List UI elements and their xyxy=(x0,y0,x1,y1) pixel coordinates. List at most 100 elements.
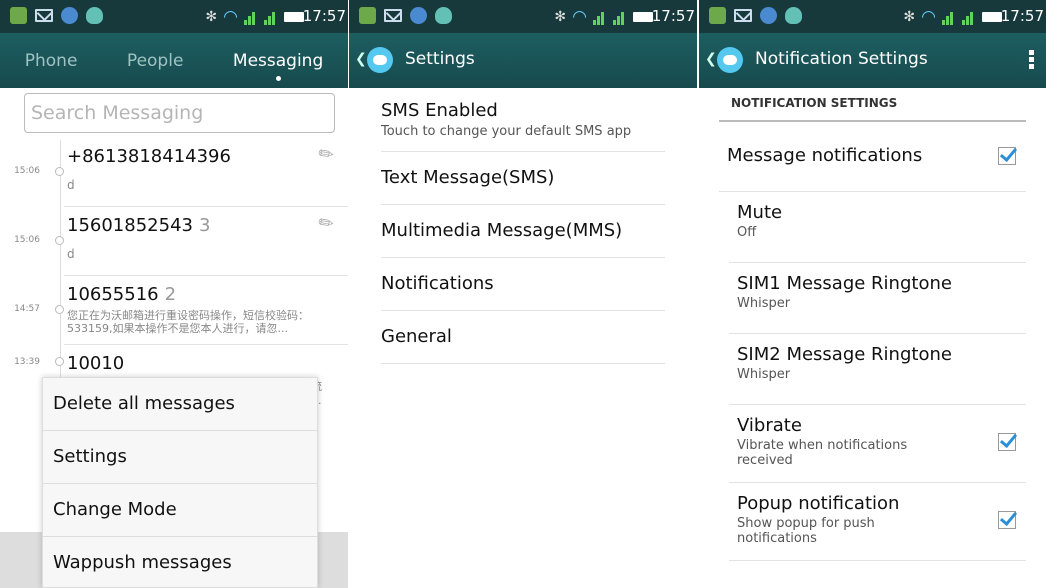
thread-name: 15601852543 3 xyxy=(67,215,210,236)
panel-divider xyxy=(348,0,349,588)
thread-time: 13:39 xyxy=(14,357,40,367)
setting-title: Text Message(SMS) xyxy=(381,167,555,188)
back-icon[interactable]: ❮ xyxy=(705,51,717,67)
setting-subtitle: Vibrate when notifications received xyxy=(737,438,908,468)
globe-icon xyxy=(61,7,78,24)
wifi-icon: ◠ xyxy=(572,7,587,27)
thread-item[interactable]: 15:06 15601852543 3 ✎ d xyxy=(14,207,348,276)
message-notifications-checkbox[interactable] xyxy=(998,147,1016,165)
thread-count: 2 xyxy=(164,284,177,305)
page-title: Notification Settings xyxy=(755,49,928,69)
setting-subtitle: Touch to change your default SMS app xyxy=(381,124,632,139)
setting-popup-notification[interactable]: Popup notification Show popup for push n… xyxy=(729,483,1026,561)
setting-notifications[interactable]: Notifications xyxy=(381,258,665,311)
setting-subtitle: Whisper xyxy=(737,296,791,311)
thread-name: 10655516 2 xyxy=(67,284,176,305)
vibrate-checkbox[interactable] xyxy=(998,433,1016,451)
setting-title: Mute xyxy=(737,202,783,223)
signal-icon xyxy=(613,10,627,25)
action-bar: ❮ Notification Settings xyxy=(699,33,1046,88)
tab-phone[interactable]: Phone xyxy=(19,51,84,71)
battery-icon xyxy=(284,12,304,22)
system-icons: ✻ ◠ xyxy=(903,7,1002,27)
menu-item-delete-all[interactable]: Delete all messages xyxy=(43,378,317,431)
tab-people[interactable]: People xyxy=(121,51,189,71)
action-bar: ❮ Settings xyxy=(349,33,697,88)
chat-icon xyxy=(785,7,802,24)
thread-preview: d xyxy=(67,247,75,261)
popup-notification-checkbox[interactable] xyxy=(998,511,1016,529)
setting-mute[interactable]: Mute Off xyxy=(729,192,1026,263)
thread-name: 10010 xyxy=(67,353,125,374)
thread-preview: 您正在为沃邮箱进行重设密码操作，短信校验码：533159,如果本操作不是您本人进… xyxy=(67,309,309,335)
thread-name-text: 10655516 xyxy=(67,284,159,305)
thread-name-text: 15601852543 xyxy=(67,215,193,236)
setting-message-notifications[interactable]: Message notifications xyxy=(719,122,1026,192)
app-icon[interactable] xyxy=(367,47,393,73)
timeline-dot xyxy=(55,305,64,314)
menu-item-wappush[interactable]: Wappush messages xyxy=(43,537,317,588)
signal-icon xyxy=(244,10,258,25)
settings-screen: ✻ ◠ 17:57 ❮ Settings SMS Enabled Touch t… xyxy=(349,0,697,588)
app-notification-icon xyxy=(359,7,376,24)
search-input[interactable]: Search Messaging xyxy=(24,93,335,133)
battery-icon xyxy=(982,12,1002,22)
signal-icon xyxy=(942,10,956,25)
setting-general[interactable]: General xyxy=(381,311,665,364)
thread-list: 15:06 +8613818414396 ✎ d 15:06 156018525… xyxy=(0,138,348,414)
globe-icon xyxy=(760,7,777,24)
tab-messaging[interactable]: Messaging xyxy=(227,51,329,81)
timeline-dot xyxy=(55,167,64,176)
wifi-icon: ◠ xyxy=(223,7,238,27)
setting-sim2-ringtone[interactable]: SIM2 Message Ringtone Whisper xyxy=(729,334,1026,405)
menu-item-settings[interactable]: Settings xyxy=(43,431,317,484)
setting-subtitle: Whisper xyxy=(737,367,791,382)
bluetooth-icon: ✻ xyxy=(205,9,218,25)
thread-item[interactable]: 14:57 10655516 2 您正在为沃邮箱进行重设密码操作，短信校验码：53… xyxy=(14,276,348,345)
messaging-screen: ✻ ◠ 17:57 Phone People Messaging Search … xyxy=(0,0,348,588)
timeline-dot xyxy=(55,236,64,245)
thread-item[interactable]: 15:06 +8613818414396 ✎ d xyxy=(14,138,348,207)
thread-time: 14:57 xyxy=(14,304,40,314)
signal-icon xyxy=(962,10,976,25)
setting-title: SIM1 Message Ringtone xyxy=(737,273,952,294)
notification-icons xyxy=(10,7,103,24)
wifi-icon: ◠ xyxy=(921,7,936,27)
thread-count: 3 xyxy=(198,215,211,236)
category-header: NOTIFICATION SETTINGS xyxy=(719,88,1026,122)
notification-icons xyxy=(359,7,452,24)
setting-sim1-ringtone[interactable]: SIM1 Message Ringtone Whisper xyxy=(729,263,1026,334)
thread-time: 15:06 xyxy=(14,235,40,245)
thread-name: +8613818414396 xyxy=(67,146,231,167)
chat-icon xyxy=(435,7,452,24)
battery-icon xyxy=(633,12,653,22)
setting-subtitle: Show popup for push notifications xyxy=(737,516,875,546)
signal-icon xyxy=(593,10,607,25)
setting-vibrate[interactable]: Vibrate Vibrate when notifications recei… xyxy=(729,405,1026,483)
overflow-icon[interactable] xyxy=(1029,50,1034,70)
thread-time: 15:06 xyxy=(14,166,40,176)
setting-subtitle: Off xyxy=(737,225,757,240)
settings-list: SMS Enabled Touch to change your default… xyxy=(349,88,697,364)
page-title: Settings xyxy=(405,49,475,69)
setting-title: SMS Enabled xyxy=(381,100,498,121)
setting-title: General xyxy=(381,326,452,347)
clock: 17:57 xyxy=(1000,7,1044,25)
app-notification-icon xyxy=(709,7,726,24)
thread-preview: d xyxy=(67,178,75,192)
mail-icon xyxy=(384,9,402,22)
status-bar: ✻ ◠ 17:57 xyxy=(699,0,1046,33)
setting-mms[interactable]: Multimedia Message(MMS) xyxy=(381,205,665,258)
clock: 17:57 xyxy=(302,7,346,25)
app-icon[interactable] xyxy=(717,47,743,73)
tab-bar: Phone People Messaging xyxy=(0,33,348,88)
panel-divider xyxy=(698,0,699,588)
attachment-icon: ✎ xyxy=(314,210,339,237)
menu-item-change-mode[interactable]: Change Mode xyxy=(43,484,317,537)
system-icons: ✻ ◠ xyxy=(205,7,304,27)
mail-icon xyxy=(35,9,53,22)
back-icon[interactable]: ❮ xyxy=(355,51,367,67)
notification-list: NOTIFICATION SETTINGS Message notificati… xyxy=(699,88,1046,561)
setting-sms[interactable]: Text Message(SMS) xyxy=(381,152,665,205)
setting-sms-enabled[interactable]: SMS Enabled Touch to change your default… xyxy=(381,88,665,152)
